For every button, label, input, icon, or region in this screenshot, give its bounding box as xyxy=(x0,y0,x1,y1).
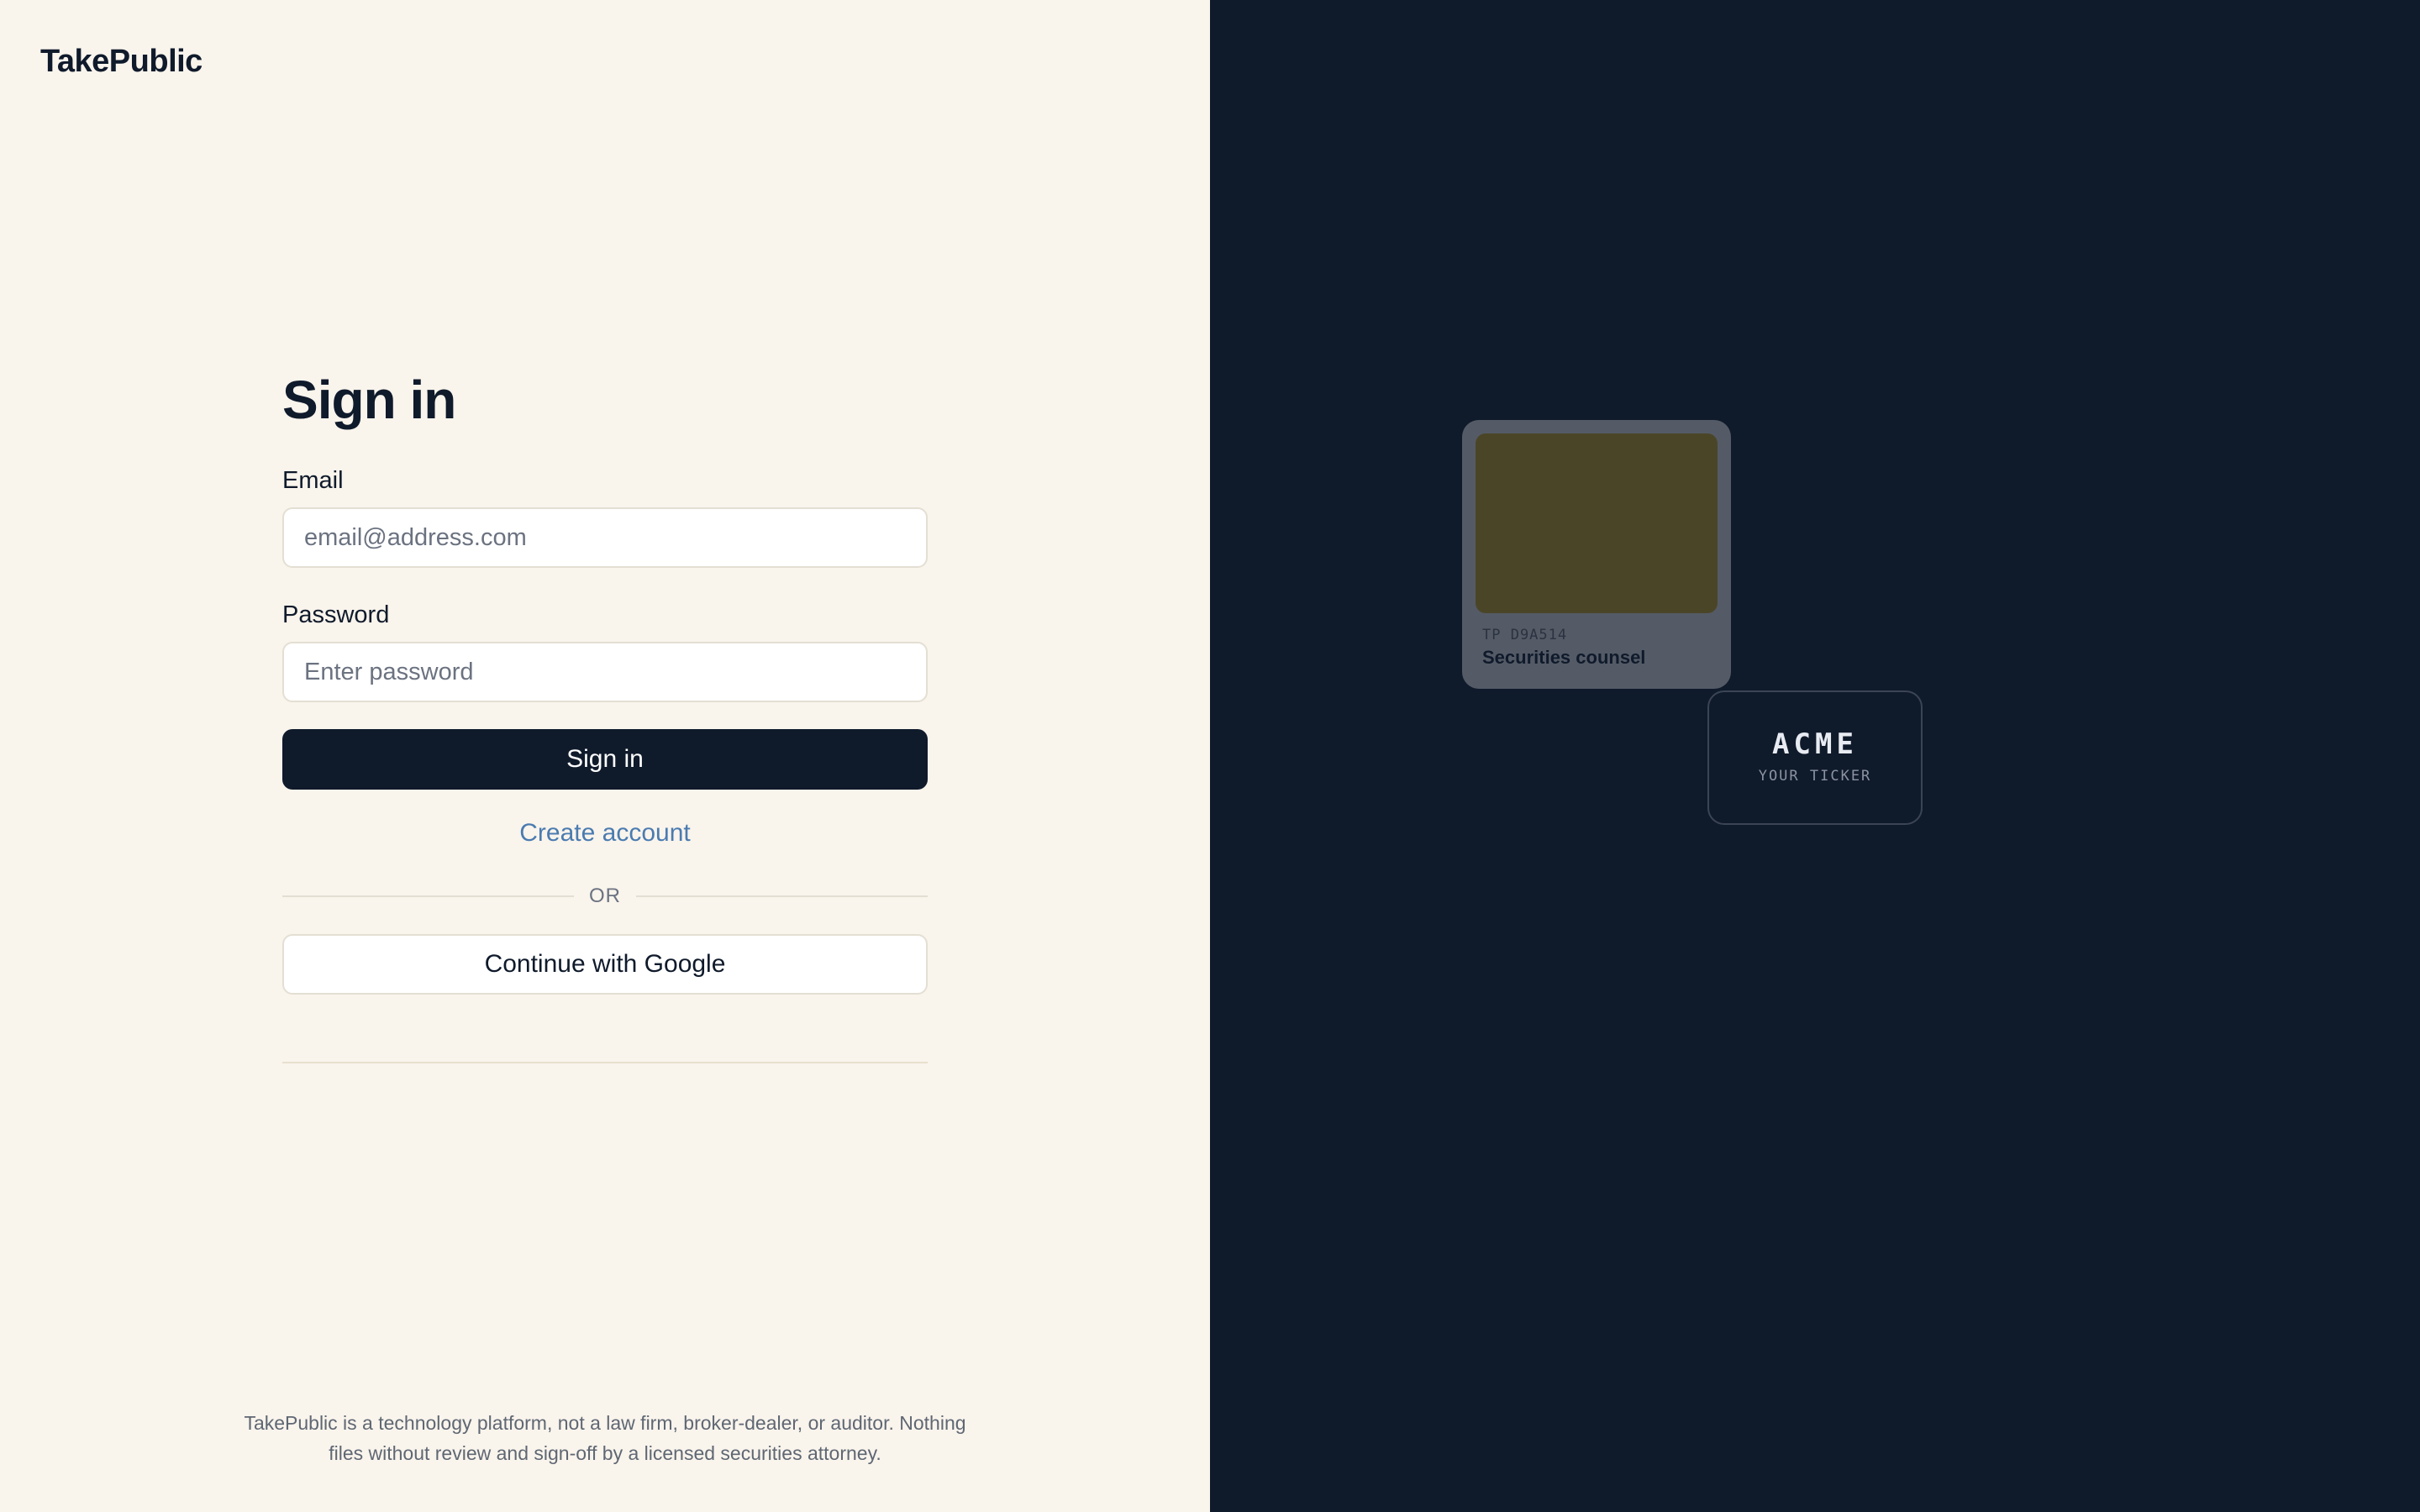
form-bottom-divider xyxy=(282,1062,928,1063)
sign-in-button[interactable]: Sign in xyxy=(282,729,928,790)
counsel-role: Securities counsel xyxy=(1482,647,1646,668)
ticker-card: ACME YOUR TICKER xyxy=(1707,690,1923,825)
or-label: OR xyxy=(589,885,621,907)
brand-logo[interactable]: TakePublic xyxy=(40,44,203,80)
email-field[interactable] xyxy=(282,507,928,568)
legal-disclaimer: TakePublic is a technology platform, not… xyxy=(202,1408,1008,1468)
divider-line-left xyxy=(282,895,574,897)
signin-panel: TakePublic Sign in Email Password Sign i… xyxy=(0,0,1210,1512)
google-signin-button[interactable]: Continue with Google xyxy=(282,934,928,995)
page-title: Sign in xyxy=(282,370,456,430)
counsel-code: TP D9A514 xyxy=(1482,627,1568,643)
signin-form: Sign in Email Password Sign in Create ac… xyxy=(282,368,928,1063)
counsel-card: TP D9A514 Securities counsel xyxy=(1462,420,1731,689)
divider-line-right xyxy=(636,895,928,897)
or-divider: OR xyxy=(282,884,928,909)
email-label: Email xyxy=(282,467,344,494)
counsel-photo xyxy=(1476,433,1718,613)
disclaimer-line-1: TakePublic is a technology platform, not… xyxy=(244,1412,966,1434)
create-account-link[interactable]: Create account xyxy=(282,816,928,850)
password-field[interactable] xyxy=(282,642,928,702)
ticker-caption: YOUR TICKER xyxy=(1758,768,1872,785)
ticker-symbol: ACME xyxy=(1772,727,1858,761)
disclaimer-line-2: files without review and sign-off by a l… xyxy=(329,1442,881,1464)
password-label: Password xyxy=(282,601,390,628)
